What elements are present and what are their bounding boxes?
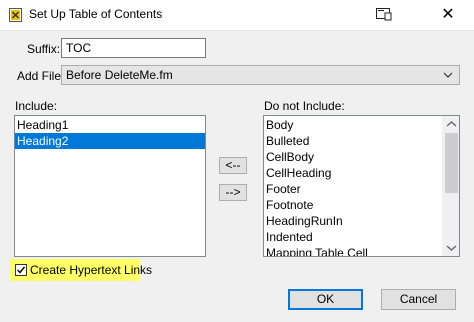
add-file-label: Add File: [17, 69, 65, 83]
scroll-up-icon[interactable] [443, 116, 460, 133]
move-right-button[interactable]: --> [219, 184, 247, 201]
list-item[interactable]: Footnote [264, 197, 459, 213]
ok-button[interactable]: OK [288, 289, 363, 310]
title-bar: Set Up Table of Contents ✕ [0, 0, 474, 31]
list-item[interactable]: Bulleted [264, 133, 459, 149]
scroll-thumb[interactable] [445, 133, 458, 193]
list-item[interactable]: Mapping Table Cell [264, 245, 459, 256]
add-file-value: Before DeleteMe.fm [66, 68, 173, 82]
list-item[interactable]: Body [264, 117, 459, 133]
suffix-label: Suffix: [27, 42, 61, 56]
window-title: Set Up Table of Contents [29, 7, 163, 21]
include-list[interactable]: Heading1 Heading2 [14, 115, 206, 257]
hypertext-checkbox[interactable] [15, 264, 27, 276]
list-item[interactable]: CellBody [264, 149, 459, 165]
cancel-button[interactable]: Cancel [381, 289, 456, 310]
close-icon[interactable]: ✕ [434, 3, 462, 27]
exclude-list[interactable]: Body Bulleted CellBody CellHeading Foote… [263, 115, 460, 257]
help-icon[interactable] [376, 7, 392, 21]
list-item[interactable]: HeadingRunIn [264, 213, 459, 229]
list-item[interactable]: Footer [264, 181, 459, 197]
suffix-input[interactable]: TOC [61, 38, 206, 58]
include-label: Include: [15, 99, 58, 113]
chevron-down-icon [443, 72, 453, 78]
move-left-button[interactable]: <-- [219, 157, 247, 174]
list-item[interactable]: Heading1 [15, 117, 205, 133]
list-item[interactable]: Indented [264, 229, 459, 245]
scroll-down-icon[interactable] [443, 239, 460, 256]
list-item-selected[interactable]: Heading2 [15, 133, 205, 149]
exclude-scrollbar[interactable] [442, 116, 459, 256]
add-file-select[interactable]: Before DeleteMe.fm [61, 65, 460, 85]
checkmark-icon [17, 266, 26, 274]
app-icon [9, 8, 22, 22]
exclude-label: Do not Include: [264, 99, 345, 113]
list-item[interactable]: CellHeading [264, 165, 459, 181]
hypertext-label[interactable]: Create Hypertext Links [30, 263, 152, 277]
